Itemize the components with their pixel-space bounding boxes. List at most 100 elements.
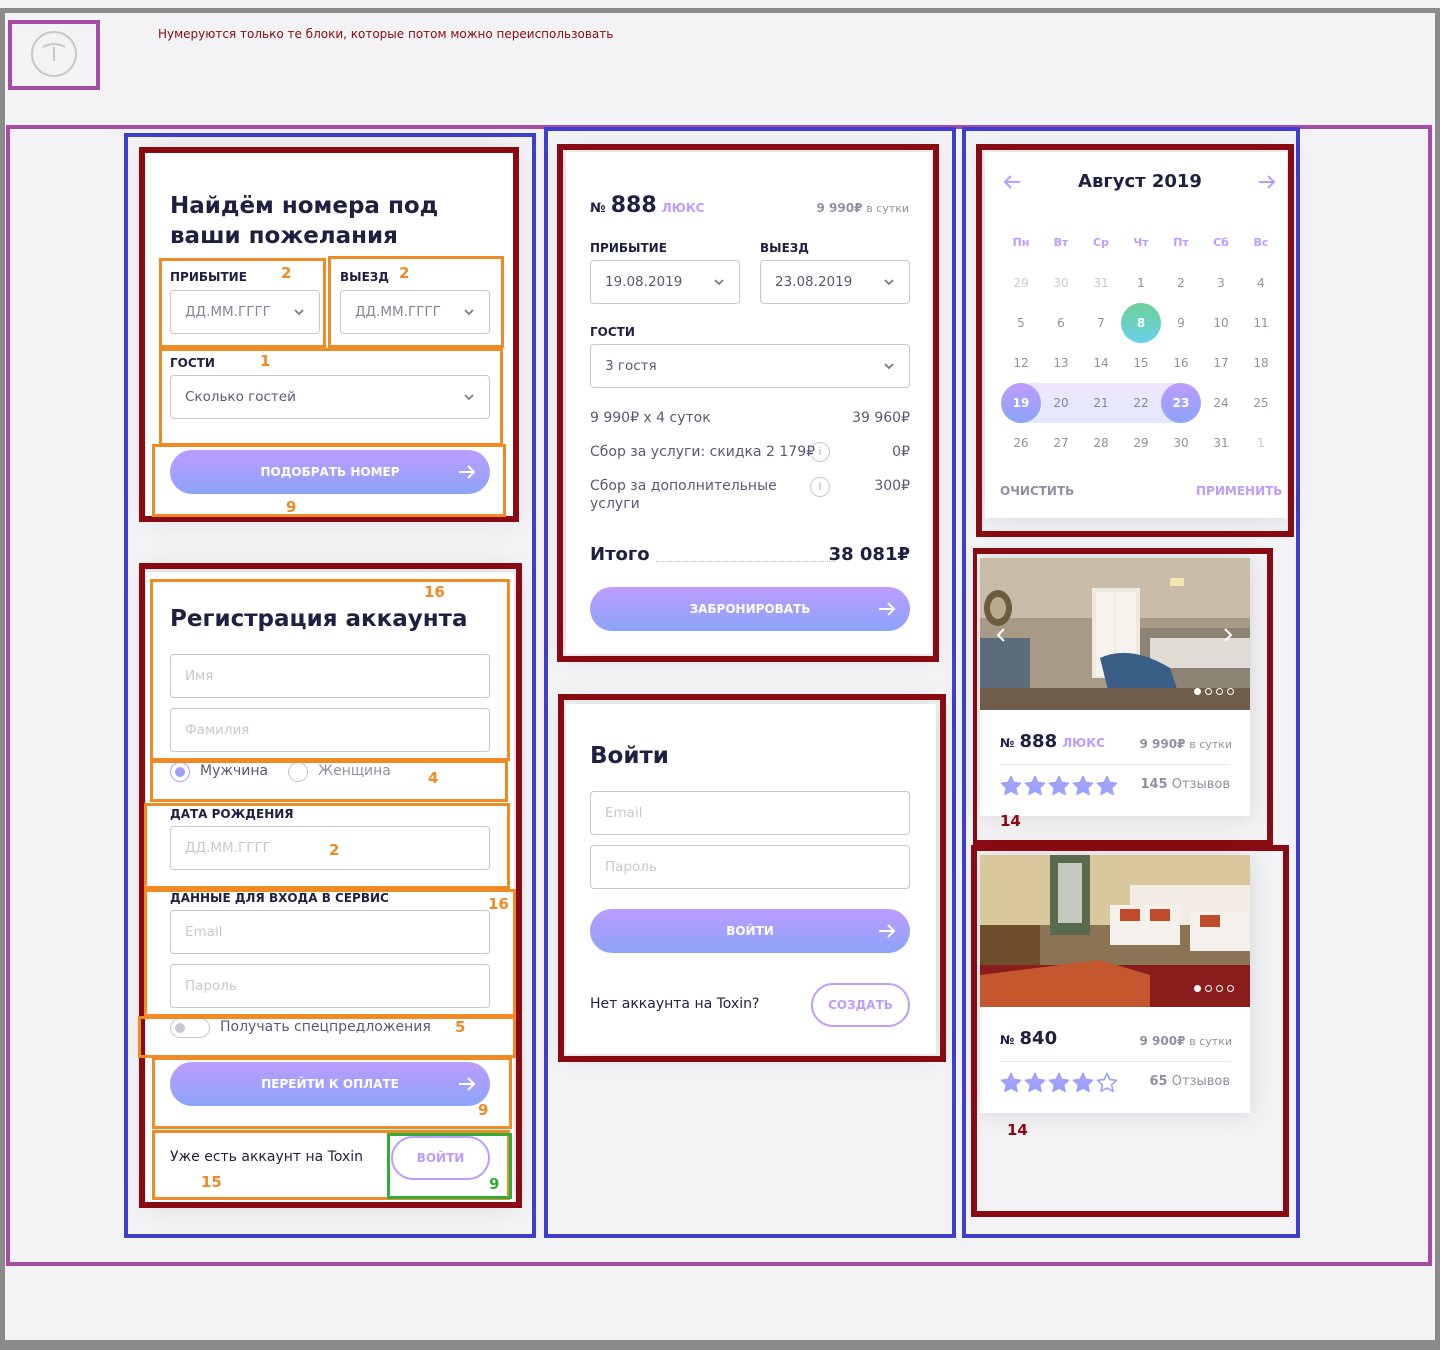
booking-departure-label: ВЫЕЗД [760,241,809,255]
go-to-payment-button[interactable]: ПЕРЕЙТИ К ОПЛАТЕ [170,1062,490,1106]
star-filled-icon [1048,1072,1070,1094]
calendar-day[interactable]: 14 [1081,343,1121,383]
calendar-day[interactable]: 7 [1081,303,1121,343]
block-number: 9 [286,498,297,516]
price-value: 9 900₽ [1139,1034,1186,1048]
divider [1000,1061,1230,1062]
calendar-day[interactable]: 1 [1241,423,1281,463]
room-number: 840 [1019,1028,1058,1049]
calendar-apply-button[interactable]: ПРИМЕНИТЬ [1196,484,1282,498]
price-line1-label: 9 990₽ х 4 суток [590,410,711,426]
guests-dropdown[interactable]: Сколько гостей [170,375,490,419]
calendar-day[interactable]: 28 [1081,423,1121,463]
weekday-label: Вт [1053,236,1069,249]
star-filled-icon [1072,775,1094,797]
calendar-day[interactable]: 17 [1201,343,1241,383]
carousel-dot[interactable] [1227,688,1234,695]
calendar-day[interactable]: 6 [1041,303,1081,343]
departure-date-input[interactable]: ДД.ММ.ГГГГ [340,290,490,334]
calendar-day[interactable]: 8 [1121,303,1161,343]
registration-login-button[interactable]: ВОЙТИ [391,1136,490,1180]
calendar-day[interactable]: 4 [1241,263,1281,303]
calendar-day[interactable]: 31 [1081,263,1121,303]
star-empty-icon [1096,1072,1118,1094]
search-title-line2: ваши пожелания [170,223,398,249]
find-room-button[interactable]: ПОДОБРАТЬ НОМЕР [170,450,490,494]
calendar-day[interactable]: 9 [1161,303,1201,343]
calendar-day[interactable]: 22 [1121,383,1161,423]
login-password-input[interactable]: Пароль [590,845,910,889]
info-icon[interactable]: i [810,442,830,462]
booking-departure-input[interactable]: 23.08.2019 [760,260,910,304]
arrival-label: ПРИБЫТИЕ [170,270,247,284]
arrow-left-icon[interactable] [1002,172,1022,192]
booking-arrival-input[interactable]: 19.08.2019 [590,260,740,304]
booking-guests-dropdown[interactable]: 3 гостя [590,344,910,388]
price-value: 9 990₽ [1139,737,1186,751]
login-submit-button[interactable]: ВОЙТИ [590,909,910,953]
carousel-dot[interactable] [1205,688,1212,695]
arrival-date-input[interactable]: ДД.ММ.ГГГГ [170,290,320,334]
carousel-prev-icon[interactable] [995,627,1007,643]
calendar-clear-button[interactable]: ОЧИСТИТЬ [1000,484,1074,498]
room-prefix: № [590,201,606,216]
login-email-input[interactable]: Email [590,791,910,835]
calendar-day[interactable]: 13 [1041,343,1081,383]
calendar-day[interactable]: 15 [1121,343,1161,383]
star-filled-icon [1024,1072,1046,1094]
calendar-day[interactable]: 1 [1121,263,1161,303]
gender-female-radio[interactable] [288,762,308,782]
calendar-day[interactable]: 23 [1161,383,1201,423]
carousel-next-icon[interactable] [1222,627,1234,643]
arrow-right-icon[interactable] [1257,172,1277,192]
last-name-input[interactable]: Фамилия [170,708,490,752]
calendar-day[interactable]: 12 [1001,343,1041,383]
first-name-input[interactable]: Имя [170,654,490,698]
carousel-dot[interactable] [1216,985,1223,992]
offers-toggle-label: Получать спецпредложения [220,1019,431,1035]
calendar-day[interactable]: 24 [1201,383,1241,423]
calendar-day[interactable]: 18 [1241,343,1281,383]
carousel-dot[interactable] [1194,688,1201,695]
create-account-button[interactable]: СОЗДАТЬ [811,983,910,1027]
login-title: Войти [590,743,669,769]
calendar-day[interactable]: 27 [1041,423,1081,463]
calendar-day[interactable]: 10 [1201,303,1241,343]
block-number: 5 [455,1018,466,1036]
registration-email-input[interactable]: Email [170,910,490,954]
calendar-day[interactable]: 30 [1041,263,1081,303]
carousel-dot[interactable] [1194,985,1201,992]
reviews-label: Отзывов [1171,777,1230,792]
carousel-dot[interactable] [1216,688,1223,695]
calendar-day[interactable]: 5 [1001,303,1041,343]
gender-male-radio[interactable] [170,762,190,782]
room-reviews: 65 Отзывов [1120,1074,1231,1089]
calendar-day[interactable]: 3 [1201,263,1241,303]
calendar-day[interactable]: 20 [1041,383,1081,423]
annotation-note: Нумеруются только те блоки, которые пото… [158,27,614,41]
price-line2-value: 0₽ [892,444,910,460]
room-number: 888 [1019,731,1058,752]
booking-card [566,152,932,654]
carousel-dot[interactable] [1205,985,1212,992]
offers-toggle[interactable] [170,1018,210,1038]
book-button[interactable]: ЗАБРОНИРОВАТЬ [590,587,910,631]
calendar-day[interactable]: 11 [1241,303,1281,343]
info-icon[interactable]: i [810,477,830,497]
calendar-day[interactable]: 29 [1001,263,1041,303]
chevron-down-icon [294,309,304,316]
calendar-day[interactable]: 30 [1161,423,1201,463]
price-value: 9 990₽ [816,201,863,215]
calendar-day[interactable]: 29 [1121,423,1161,463]
calendar-day[interactable]: 26 [1001,423,1041,463]
weekday-label: Пн [1012,236,1030,249]
calendar-day[interactable]: 31 [1201,423,1241,463]
calendar-day[interactable]: 21 [1081,383,1121,423]
registration-password-input[interactable]: Пароль [170,964,490,1008]
calendar-day[interactable]: 25 [1241,383,1281,423]
calendar-day[interactable]: 19 [1001,383,1041,423]
calendar-day[interactable]: 16 [1161,343,1201,383]
toggle-knob [175,1023,185,1033]
carousel-dot[interactable] [1227,985,1234,992]
calendar-day[interactable]: 2 [1161,263,1201,303]
